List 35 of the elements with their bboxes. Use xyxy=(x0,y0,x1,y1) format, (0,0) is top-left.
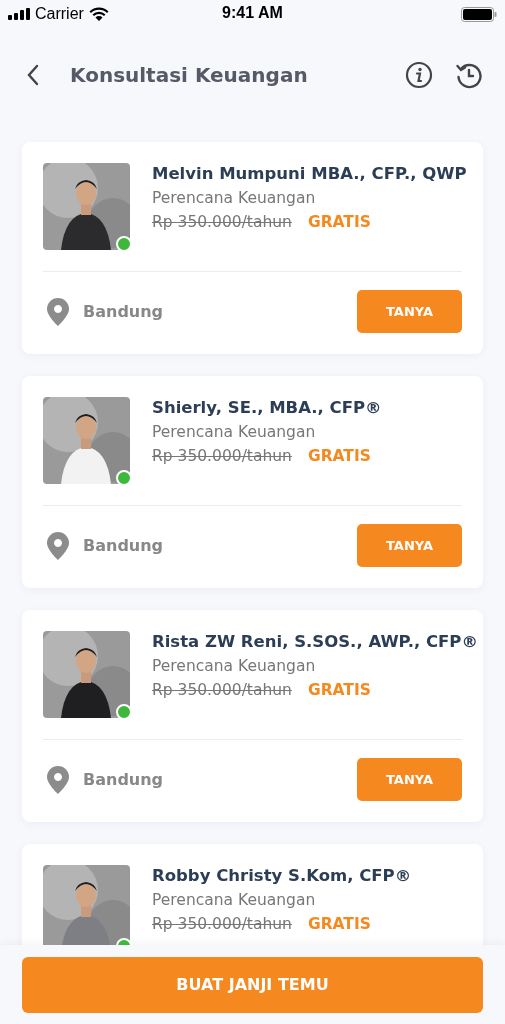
advisor-role: Perencana Keuangan xyxy=(152,189,317,207)
original-price: Rp 350.000/tahun xyxy=(152,213,292,231)
advisor-name: Rista ZW Reni, S.SOS., AWP., CFP® xyxy=(152,632,478,651)
original-price: Rp 350.000/tahun xyxy=(152,681,292,699)
carrier-name: Carrier xyxy=(35,5,84,23)
location-text: Bandung xyxy=(83,302,165,321)
advisor-card[interactable]: Rista ZW Reni, S.SOS., AWP., CFP® Perencana Keuangan Rp 350.000/tahun GRATIS Bandung TANYA xyxy=(22,610,483,822)
advisor-role: Perencana Keuangan xyxy=(152,891,317,909)
advisor-name: Shierly, SE., MBA., CFP® xyxy=(152,398,382,417)
free-price: GRATIS xyxy=(307,681,371,699)
advisor-name: Melvin Mumpuni MBA., CFP., QWP xyxy=(152,164,467,183)
location-text: Bandung xyxy=(83,536,165,555)
free-price: GRATIS xyxy=(307,213,371,231)
clock-time: 9:41 AM xyxy=(222,4,283,21)
back-button[interactable] xyxy=(26,64,40,86)
original-price: Rp 350.000/tahun xyxy=(152,447,292,465)
signal-icon xyxy=(8,8,30,20)
free-price: GRATIS xyxy=(307,447,371,465)
advisor-card[interactable]: Robby Christy S.Kom, CFP® Perencana Keuangan Rp 350.000/tahun GRATIS xyxy=(22,844,483,945)
page-title: Konsultasi Keuangan xyxy=(70,63,309,87)
location-pin-icon xyxy=(47,765,69,794)
advisor-role: Perencana Keuangan xyxy=(152,423,317,441)
location-pin-icon xyxy=(47,531,69,560)
info-icon[interactable] xyxy=(405,61,433,89)
location-text: Bandung xyxy=(83,770,165,789)
location-pin-icon xyxy=(47,297,69,326)
free-price: GRATIS xyxy=(307,915,371,933)
original-price: Rp 350.000/tahun xyxy=(152,915,292,933)
history-icon[interactable] xyxy=(455,61,483,89)
advisor-card[interactable]: Shierly, SE., MBA., CFP® Perencana Keuangan Rp 350.000/tahun GRATIS Bandung TANYA xyxy=(22,376,483,588)
advisor-card[interactable]: Melvin Mumpuni MBA., CFP., QWP Perencana Keuangan Rp 350.000/tahun GRATIS Bandung TANYA xyxy=(22,142,483,354)
advisor-role: Perencana Keuangan xyxy=(152,657,317,675)
battery-icon xyxy=(461,6,497,22)
advisor-name: Robby Christy S.Kom, CFP® xyxy=(152,866,412,885)
wifi-icon xyxy=(88,7,109,21)
